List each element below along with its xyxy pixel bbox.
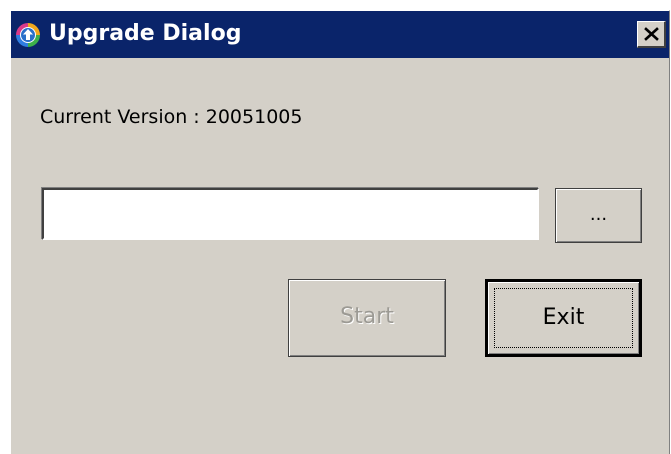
current-version-label: Current Version : 20051005 <box>40 106 303 128</box>
file-path-input[interactable] <box>42 188 539 240</box>
upgrade-dialog-window: Upgrade Dialog Current Version : 2005100… <box>10 10 670 454</box>
start-button[interactable]: Start <box>288 279 446 357</box>
title-bar[interactable]: Upgrade Dialog <box>11 11 669 58</box>
close-button[interactable] <box>637 21 666 48</box>
focus-indicator <box>494 288 633 348</box>
browse-button[interactable]: ... <box>555 188 642 243</box>
exit-button[interactable]: Exit <box>485 279 642 357</box>
upgrade-arrow-icon <box>15 22 41 48</box>
window-title: Upgrade Dialog <box>49 21 242 46</box>
close-icon <box>644 27 659 41</box>
